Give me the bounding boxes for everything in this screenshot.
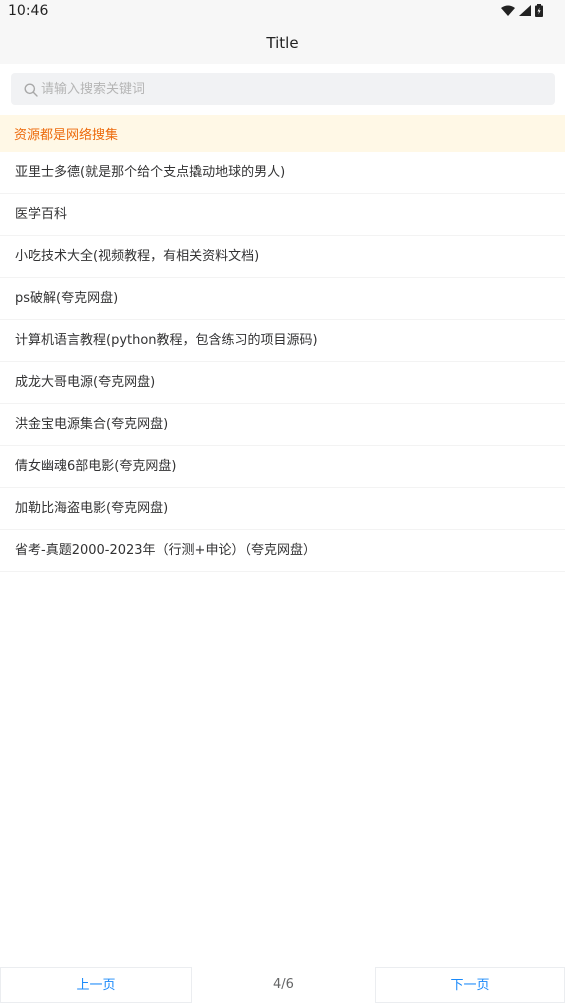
- status-bar: 10:46: [0, 0, 565, 24]
- list-item[interactable]: 成龙大哥电源(夸克网盘): [0, 362, 565, 404]
- page-title: Title: [266, 34, 299, 52]
- search-icon: [24, 82, 38, 101]
- list-item[interactable]: 省考-真题2000-2023年（行测+申论）（夸克网盘）: [0, 530, 565, 572]
- prev-page-button[interactable]: 上一页: [0, 967, 192, 1003]
- list-item[interactable]: ps破解(夸克网盘): [0, 278, 565, 320]
- wifi-icon: [501, 5, 515, 16]
- status-time: 10:46: [8, 3, 49, 19]
- list-item[interactable]: 计算机语言教程(python教程，包含练习的项目源码): [0, 320, 565, 362]
- battery-icon: [535, 4, 543, 17]
- list-item[interactable]: 医学百科: [0, 194, 565, 236]
- nav-bar: Title: [0, 24, 565, 64]
- search-bar[interactable]: [11, 73, 555, 105]
- search-input[interactable]: [41, 73, 541, 105]
- resource-list: 亚里士多德(就是那个给个支点撬动地球的男人) 医学百科 小吃技术大全(视频教程，…: [0, 152, 565, 572]
- signal-icon: [519, 5, 531, 16]
- list-item[interactable]: 小吃技术大全(视频教程，有相关资料文档): [0, 236, 565, 278]
- list-item[interactable]: 加勒比海盗电影(夸克网盘): [0, 488, 565, 530]
- list-item[interactable]: 倩女幽魂6部电影(夸克网盘): [0, 446, 565, 488]
- page-indicator: 4/6: [273, 977, 294, 992]
- notice-bar: 资源都是网络搜集: [0, 115, 565, 152]
- list-item[interactable]: 洪金宝电源集合(夸克网盘): [0, 404, 565, 446]
- status-icons: [501, 4, 543, 17]
- pagination: 上一页 4/6 下一页: [0, 967, 565, 1004]
- list-item[interactable]: 亚里士多德(就是那个给个支点撬动地球的男人): [0, 152, 565, 194]
- next-page-button[interactable]: 下一页: [375, 967, 565, 1003]
- notice-text: 资源都是网络搜集: [14, 128, 119, 143]
